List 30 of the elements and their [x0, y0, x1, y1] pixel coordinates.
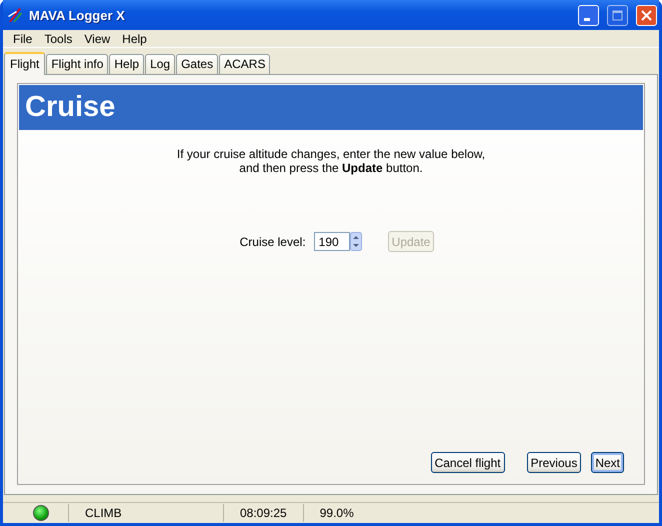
- time-text: 08:09:25: [239, 506, 288, 520]
- tab[interactable]: Gates: [176, 54, 218, 74]
- maximize-button[interactable]: [607, 4, 628, 26]
- field-label: Cruise level:: [240, 234, 306, 248]
- cruise-level-field[interactable]: 190: [314, 232, 350, 251]
- menu-item[interactable]: Help: [116, 32, 153, 46]
- flight-phase: CLIMB: [84, 506, 123, 520]
- tab[interactable]: Flight info: [46, 54, 108, 74]
- window-title: MAVA Logger X: [29, 8, 126, 22]
- tab[interactable]: Help: [109, 54, 144, 74]
- close-button[interactable]: [636, 4, 657, 26]
- tab[interactable]: Flight: [4, 52, 46, 75]
- nav-button[interactable]: Previous: [526, 452, 582, 473]
- tab[interactable]: Log: [145, 54, 176, 74]
- menu-item[interactable]: File: [7, 32, 38, 46]
- close-icon: [641, 10, 652, 20]
- tab[interactable]: ACARS: [219, 54, 270, 74]
- spinner-icon[interactable]: [350, 232, 362, 251]
- nav-button[interactable]: Next: [591, 452, 624, 473]
- nav-button[interactable]: Cancel flight: [430, 452, 505, 473]
- minimize-icon: [584, 18, 590, 20]
- page-heading: Cruise: [24, 91, 116, 124]
- app-logo-icon: [7, 7, 23, 23]
- menu-item[interactable]: Tools: [38, 32, 78, 46]
- instruction-text: and then press the Update button.: [238, 161, 424, 175]
- instruction-text: If your cruise altitude changes, enter the new value below,: [176, 147, 486, 161]
- maximize-icon: [612, 10, 623, 20]
- percent-text: 99.0%: [318, 506, 355, 520]
- minimize-button[interactable]: [578, 4, 599, 26]
- menu-item[interactable]: View: [78, 32, 116, 46]
